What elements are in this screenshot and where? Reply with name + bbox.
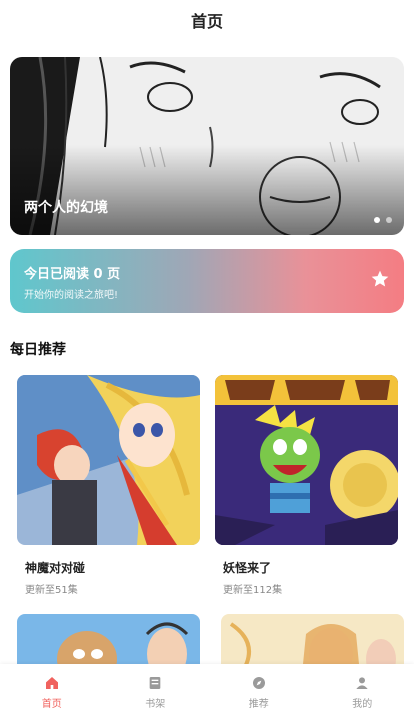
- bottom-tab-bar: 首页 书架 推荐 我的: [0, 664, 414, 720]
- page-title: 首页: [190, 12, 223, 31]
- tab-label: 推荐: [248, 698, 269, 710]
- bookshelf-icon: [149, 676, 161, 689]
- tab-recommend[interactable]: 推荐: [207, 664, 311, 720]
- tab-label: 我的: [352, 698, 373, 710]
- comic-card[interactable]: 神魔对对碰 更新至51集: [17, 375, 200, 596]
- reading-count: 今日已阅读 0 页: [24, 267, 121, 282]
- tab-home[interactable]: 首页: [0, 664, 104, 720]
- carousel-dot[interactable]: [386, 217, 392, 223]
- carousel-dots: [374, 217, 392, 223]
- carousel-dot-active[interactable]: [374, 217, 380, 223]
- comic-cover: [17, 375, 200, 545]
- section-title: 每日推荐: [10, 342, 66, 358]
- comic-card[interactable]: 妖怪来了 更新至112集: [215, 375, 398, 596]
- user-icon: [356, 676, 368, 689]
- tab-label: 首页: [41, 698, 62, 710]
- star-icon[interactable]: [370, 269, 390, 289]
- banner-carousel[interactable]: 两个人的幻境: [10, 57, 404, 235]
- compass-icon: [252, 676, 265, 689]
- comic-update: 更新至112集: [223, 585, 283, 596]
- tab-profile[interactable]: 我的: [311, 664, 414, 720]
- home-icon: [45, 676, 58, 689]
- comic-title: 妖怪来了: [223, 561, 272, 575]
- tab-bookshelf[interactable]: 书架: [104, 664, 208, 720]
- reading-subtitle: 开始你的阅读之旅吧!: [24, 290, 119, 301]
- top-header: 首页: [0, 0, 414, 40]
- banner-title: 两个人的幻境: [24, 200, 108, 216]
- comic-cover: [215, 375, 398, 545]
- comic-title: 神魔对对碰: [25, 561, 86, 575]
- banner-shade: [10, 145, 404, 235]
- tab-label: 书架: [145, 698, 166, 710]
- reading-progress-card[interactable]: 今日已阅读 0 页 开始你的阅读之旅吧!: [10, 249, 404, 313]
- comic-update: 更新至51集: [25, 585, 78, 596]
